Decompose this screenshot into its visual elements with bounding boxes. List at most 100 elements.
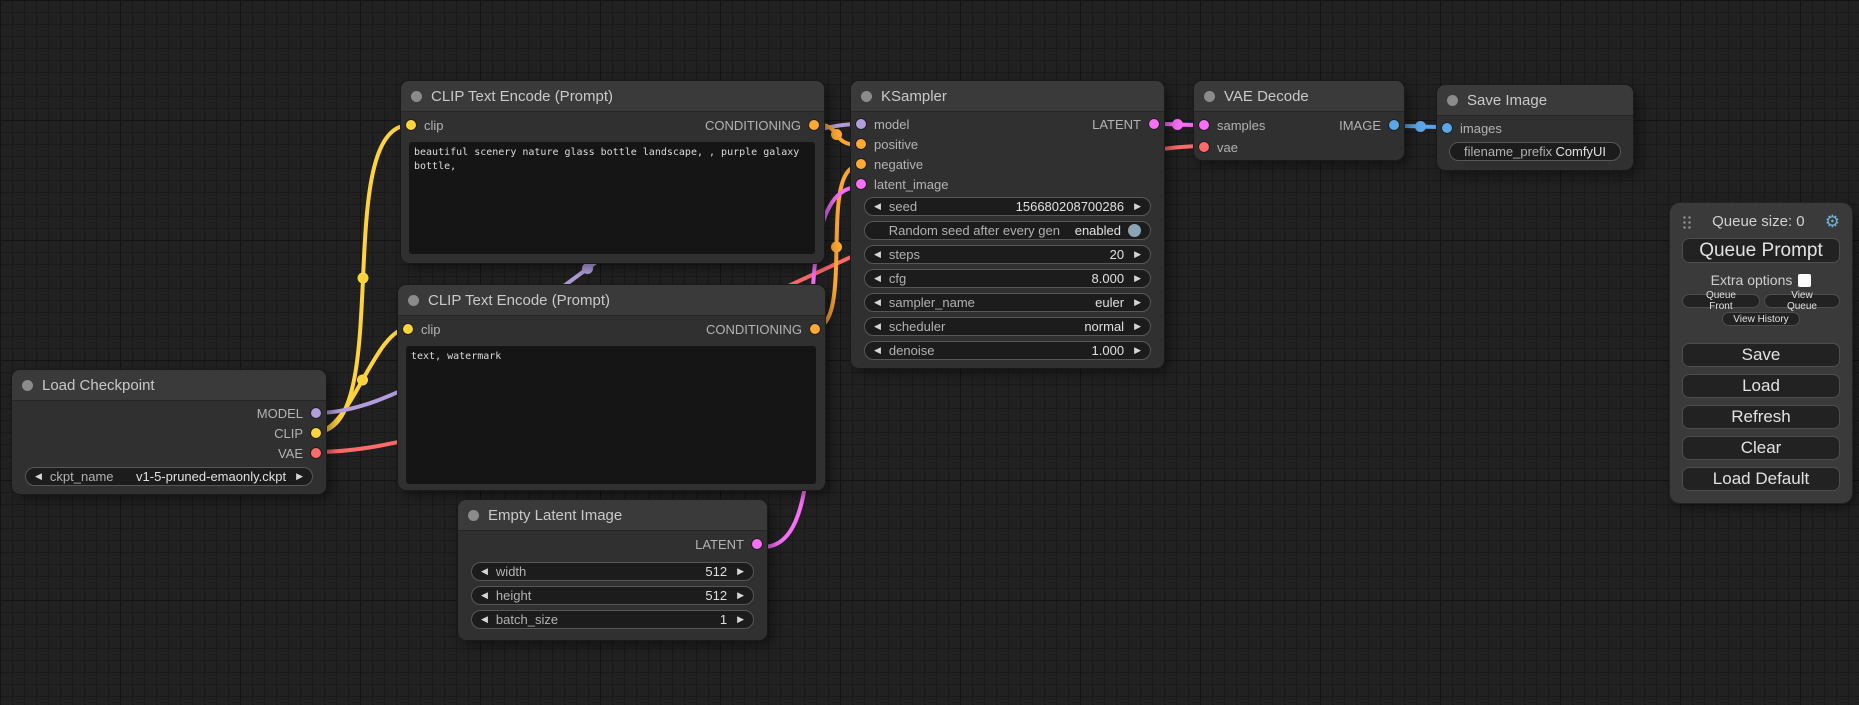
node-title-bar[interactable]: Empty Latent Image [458, 500, 767, 530]
increment-arrow-icon[interactable]: ▶ [1134, 321, 1141, 332]
output-port-conditioning[interactable]: CONDITIONING [706, 322, 820, 337]
node-load-checkpoint[interactable]: Load Checkpoint MODEL CLIP VAE ◀ ckpt_na… [12, 370, 326, 494]
widget-ckpt-name[interactable]: ◀ ckpt_name v1-5-pruned-emaonly.ckpt ▶ [25, 467, 313, 486]
node-vae-decode[interactable]: VAE Decode samples IMAGE vae [1194, 81, 1404, 160]
input-port-samples[interactable]: samples [1199, 118, 1265, 133]
widget-sampler-name[interactable]: ◀ sampler_name euler ▶ [864, 293, 1151, 312]
input-port-clip[interactable]: clip [406, 118, 444, 133]
widget-steps[interactable]: ◀ steps 20 ▶ [864, 245, 1151, 264]
collapse-dot-icon[interactable] [861, 91, 872, 102]
increment-arrow-icon[interactable]: ▶ [1134, 345, 1141, 356]
view-history-button[interactable]: View History [1722, 312, 1799, 326]
load-button[interactable]: Load [1682, 374, 1840, 398]
port-dot-icon[interactable] [856, 179, 866, 189]
input-port-clip[interactable]: clip [403, 322, 441, 337]
input-port-images[interactable]: images [1442, 121, 1502, 136]
node-clip-text-encode-negative[interactable]: CLIP Text Encode (Prompt) clip CONDITION… [398, 285, 825, 490]
decrement-arrow-icon[interactable]: ◀ [35, 471, 42, 482]
node-empty-latent-image[interactable]: Empty Latent Image LATENT ◀ width 512 ▶ … [458, 500, 767, 640]
increment-arrow-icon[interactable]: ▶ [737, 566, 744, 577]
widget-batch-size[interactable]: ◀ batch_size 1 ▶ [471, 610, 754, 629]
decrement-arrow-icon[interactable]: ◀ [874, 273, 881, 284]
collapse-dot-icon[interactable] [22, 380, 33, 391]
port-dot-icon[interactable] [856, 119, 866, 129]
view-queue-button[interactable]: View Queue [1764, 294, 1840, 308]
node-save-image[interactable]: Save Image images filename_prefix ComfyU… [1437, 85, 1633, 170]
widget-filename-prefix[interactable]: filename_prefix ComfyUI [1449, 142, 1621, 161]
increment-arrow-icon[interactable]: ▶ [1134, 201, 1141, 212]
settings-gear-icon[interactable]: ⚙ [1825, 213, 1840, 230]
node-title-bar[interactable]: Load Checkpoint [12, 370, 326, 400]
port-dot-icon[interactable] [403, 324, 413, 334]
port-dot-icon[interactable] [406, 120, 416, 130]
output-port-model[interactable]: MODEL [257, 406, 321, 421]
decrement-arrow-icon[interactable]: ◀ [481, 566, 488, 577]
increment-arrow-icon[interactable]: ▶ [1134, 273, 1141, 284]
collapse-dot-icon[interactable] [1447, 95, 1458, 106]
decrement-arrow-icon[interactable]: ◀ [481, 614, 488, 625]
collapse-dot-icon[interactable] [408, 295, 419, 306]
increment-arrow-icon[interactable]: ▶ [1134, 297, 1141, 308]
refresh-button[interactable]: Refresh [1682, 405, 1840, 429]
input-port-model[interactable]: model [856, 117, 909, 132]
output-port-clip[interactable]: CLIP [274, 426, 321, 441]
port-dot-icon[interactable] [809, 120, 819, 130]
queue-front-button[interactable]: Queue Front [1682, 294, 1760, 308]
port-dot-icon[interactable] [311, 428, 321, 438]
output-port-vae[interactable]: VAE [278, 446, 321, 461]
widget-scheduler[interactable]: ◀ scheduler normal ▶ [864, 317, 1151, 336]
port-dot-icon[interactable] [1199, 142, 1209, 152]
input-port-latent-image[interactable]: latent_image [856, 177, 948, 192]
output-port-latent[interactable]: LATENT [1092, 117, 1159, 132]
drag-handle-icon[interactable] [1682, 215, 1692, 229]
extra-options-checkbox[interactable] [1798, 274, 1811, 287]
positive-prompt-textarea[interactable]: beautiful scenery nature glass bottle la… [409, 142, 815, 254]
node-title-bar[interactable]: Save Image [1437, 85, 1633, 115]
port-dot-icon[interactable] [752, 539, 762, 549]
output-port-image[interactable]: IMAGE [1339, 118, 1399, 133]
node-title-bar[interactable]: CLIP Text Encode (Prompt) [398, 285, 825, 315]
node-title-bar[interactable]: VAE Decode [1194, 81, 1404, 111]
output-port-latent[interactable]: LATENT [695, 537, 762, 552]
save-button[interactable]: Save [1682, 343, 1840, 367]
output-port-conditioning[interactable]: CONDITIONING [705, 118, 819, 133]
widget-height[interactable]: ◀ height 512 ▶ [471, 586, 754, 605]
decrement-arrow-icon[interactable]: ◀ [874, 297, 881, 308]
node-clip-text-encode-positive[interactable]: CLIP Text Encode (Prompt) clip CONDITION… [401, 81, 824, 263]
widget-cfg[interactable]: ◀ cfg 8.000 ▶ [864, 269, 1151, 288]
node-ksampler[interactable]: KSampler model LATENT positive negative … [851, 81, 1164, 368]
port-dot-icon[interactable] [1442, 123, 1452, 133]
port-dot-icon[interactable] [311, 448, 321, 458]
negative-prompt-textarea[interactable]: text, watermark [406, 346, 816, 484]
collapse-dot-icon[interactable] [411, 91, 422, 102]
queue-prompt-button[interactable]: Queue Prompt [1682, 238, 1840, 263]
node-title-bar[interactable]: CLIP Text Encode (Prompt) [401, 81, 824, 111]
increment-arrow-icon[interactable]: ▶ [737, 614, 744, 625]
load-default-button[interactable]: Load Default [1682, 467, 1840, 491]
widget-width[interactable]: ◀ width 512 ▶ [471, 562, 754, 581]
port-dot-icon[interactable] [1149, 119, 1159, 129]
widget-denoise[interactable]: ◀ denoise 1.000 ▶ [864, 341, 1151, 360]
collapse-dot-icon[interactable] [468, 510, 479, 521]
decrement-arrow-icon[interactable]: ◀ [481, 590, 488, 601]
input-port-positive[interactable]: positive [856, 137, 918, 152]
toggle-dot-icon[interactable] [1128, 224, 1141, 237]
input-port-negative[interactable]: negative [856, 157, 923, 172]
decrement-arrow-icon[interactable]: ◀ [874, 249, 881, 260]
port-dot-icon[interactable] [1389, 120, 1399, 130]
input-port-vae[interactable]: vae [1199, 140, 1238, 155]
port-dot-icon[interactable] [1199, 120, 1209, 130]
port-dot-icon[interactable] [810, 324, 820, 334]
collapse-dot-icon[interactable] [1204, 91, 1215, 102]
widget-seed[interactable]: ◀ seed 156680208700286 ▶ [864, 197, 1151, 216]
port-dot-icon[interactable] [856, 159, 866, 169]
decrement-arrow-icon[interactable]: ◀ [874, 321, 881, 332]
node-title-bar[interactable]: KSampler [851, 81, 1164, 111]
clear-button[interactable]: Clear [1682, 436, 1840, 460]
port-dot-icon[interactable] [856, 139, 866, 149]
increment-arrow-icon[interactable]: ▶ [737, 590, 744, 601]
increment-arrow-icon[interactable]: ▶ [296, 471, 303, 482]
increment-arrow-icon[interactable]: ▶ [1134, 249, 1141, 260]
decrement-arrow-icon[interactable]: ◀ [874, 201, 881, 212]
decrement-arrow-icon[interactable]: ◀ [874, 345, 881, 356]
